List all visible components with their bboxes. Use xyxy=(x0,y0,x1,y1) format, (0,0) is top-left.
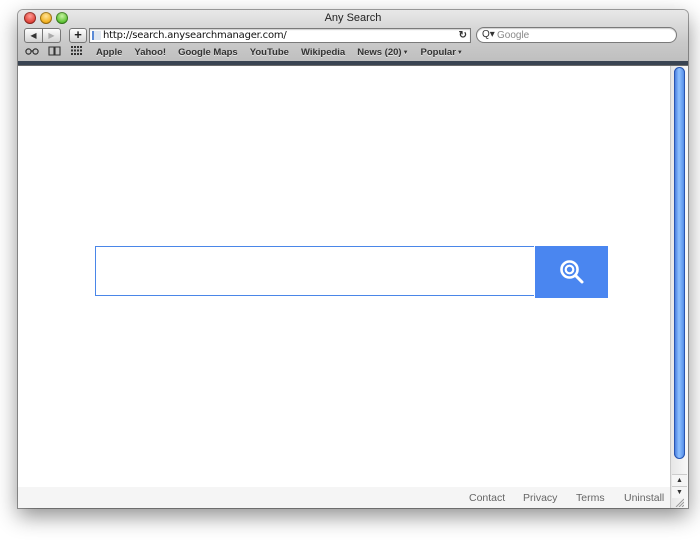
page-top-strip xyxy=(18,61,688,65)
footer-link-terms[interactable]: Terms xyxy=(576,492,605,504)
search-engine-icon[interactable]: Q▾ xyxy=(482,28,495,42)
search-input[interactable] xyxy=(95,246,534,296)
scrollbar-thumb[interactable] xyxy=(674,67,685,459)
search-icon xyxy=(559,260,583,284)
top-sites-grid-icon[interactable] xyxy=(68,46,84,58)
search-button[interactable] xyxy=(535,246,608,298)
browser-window: Any Search ◀ ▶ + http://search.anysearch… xyxy=(18,10,688,508)
chevron-down-icon: ▼ xyxy=(402,49,409,56)
chevron-down-icon: ▼ xyxy=(456,49,463,56)
back-button[interactable]: ◀ xyxy=(24,28,43,43)
bookmark-yahoo[interactable]: Yahoo! xyxy=(134,47,166,58)
bookmark-wikipedia[interactable]: Wikipedia xyxy=(301,47,345,58)
plus-icon: + xyxy=(74,27,82,42)
bookmarks-bar: Apple Yahoo! Google Maps YouTube Wikiped… xyxy=(18,45,688,59)
reload-icon[interactable]: ↻ xyxy=(459,29,467,42)
scroll-up-arrow-icon[interactable]: ▲ xyxy=(672,474,687,486)
add-bookmark-button[interactable]: + xyxy=(69,28,87,43)
forward-button[interactable]: ▶ xyxy=(43,28,61,43)
scroll-down-arrow-icon[interactable]: ▼ xyxy=(672,486,687,498)
bookmark-news-folder[interactable]: News (20)▼ xyxy=(357,47,408,58)
footer-link-uninstall[interactable]: Uninstall xyxy=(624,492,664,504)
footer-link-contact[interactable]: Contact xyxy=(469,492,505,504)
bookmarks-book-icon[interactable] xyxy=(46,45,62,59)
reading-list-icon[interactable] xyxy=(24,47,40,58)
back-arrow-icon: ◀ xyxy=(30,31,37,40)
address-bar[interactable]: http://search.anysearchmanager.com/ ↻ xyxy=(89,28,471,43)
bookmark-google-maps[interactable]: Google Maps xyxy=(178,47,238,58)
browser-chrome: Any Search ◀ ▶ + http://search.anysearch… xyxy=(18,10,688,66)
page-favicon-icon xyxy=(92,31,101,40)
title-bar: Any Search xyxy=(18,10,688,26)
bookmark-apple[interactable]: Apple xyxy=(96,47,122,58)
browser-search-field[interactable]: Q▾ xyxy=(476,27,677,43)
bookmark-youtube[interactable]: YouTube xyxy=(250,47,289,58)
forward-arrow-icon: ▶ xyxy=(48,31,55,40)
resize-grip-icon[interactable] xyxy=(675,498,685,508)
address-url[interactable]: http://search.anysearchmanager.com/ xyxy=(103,29,287,42)
bookmark-popular-label: Popular xyxy=(420,46,456,58)
browser-search-input[interactable] xyxy=(497,28,667,42)
vertical-scrollbar[interactable]: ▲ ▼ xyxy=(670,66,688,508)
bookmark-popular-folder[interactable]: Popular▼ xyxy=(421,47,463,58)
window-title: Any Search xyxy=(324,12,382,24)
search-form xyxy=(95,246,608,298)
footer-link-privacy[interactable]: Privacy xyxy=(523,492,557,504)
navigation-buttons: ◀ ▶ xyxy=(24,28,61,43)
page-content: Contact Privacy Terms Uninstall xyxy=(18,66,670,508)
page-footer: Contact Privacy Terms Uninstall xyxy=(18,487,670,508)
bookmark-news-label: News (20) xyxy=(357,46,402,58)
